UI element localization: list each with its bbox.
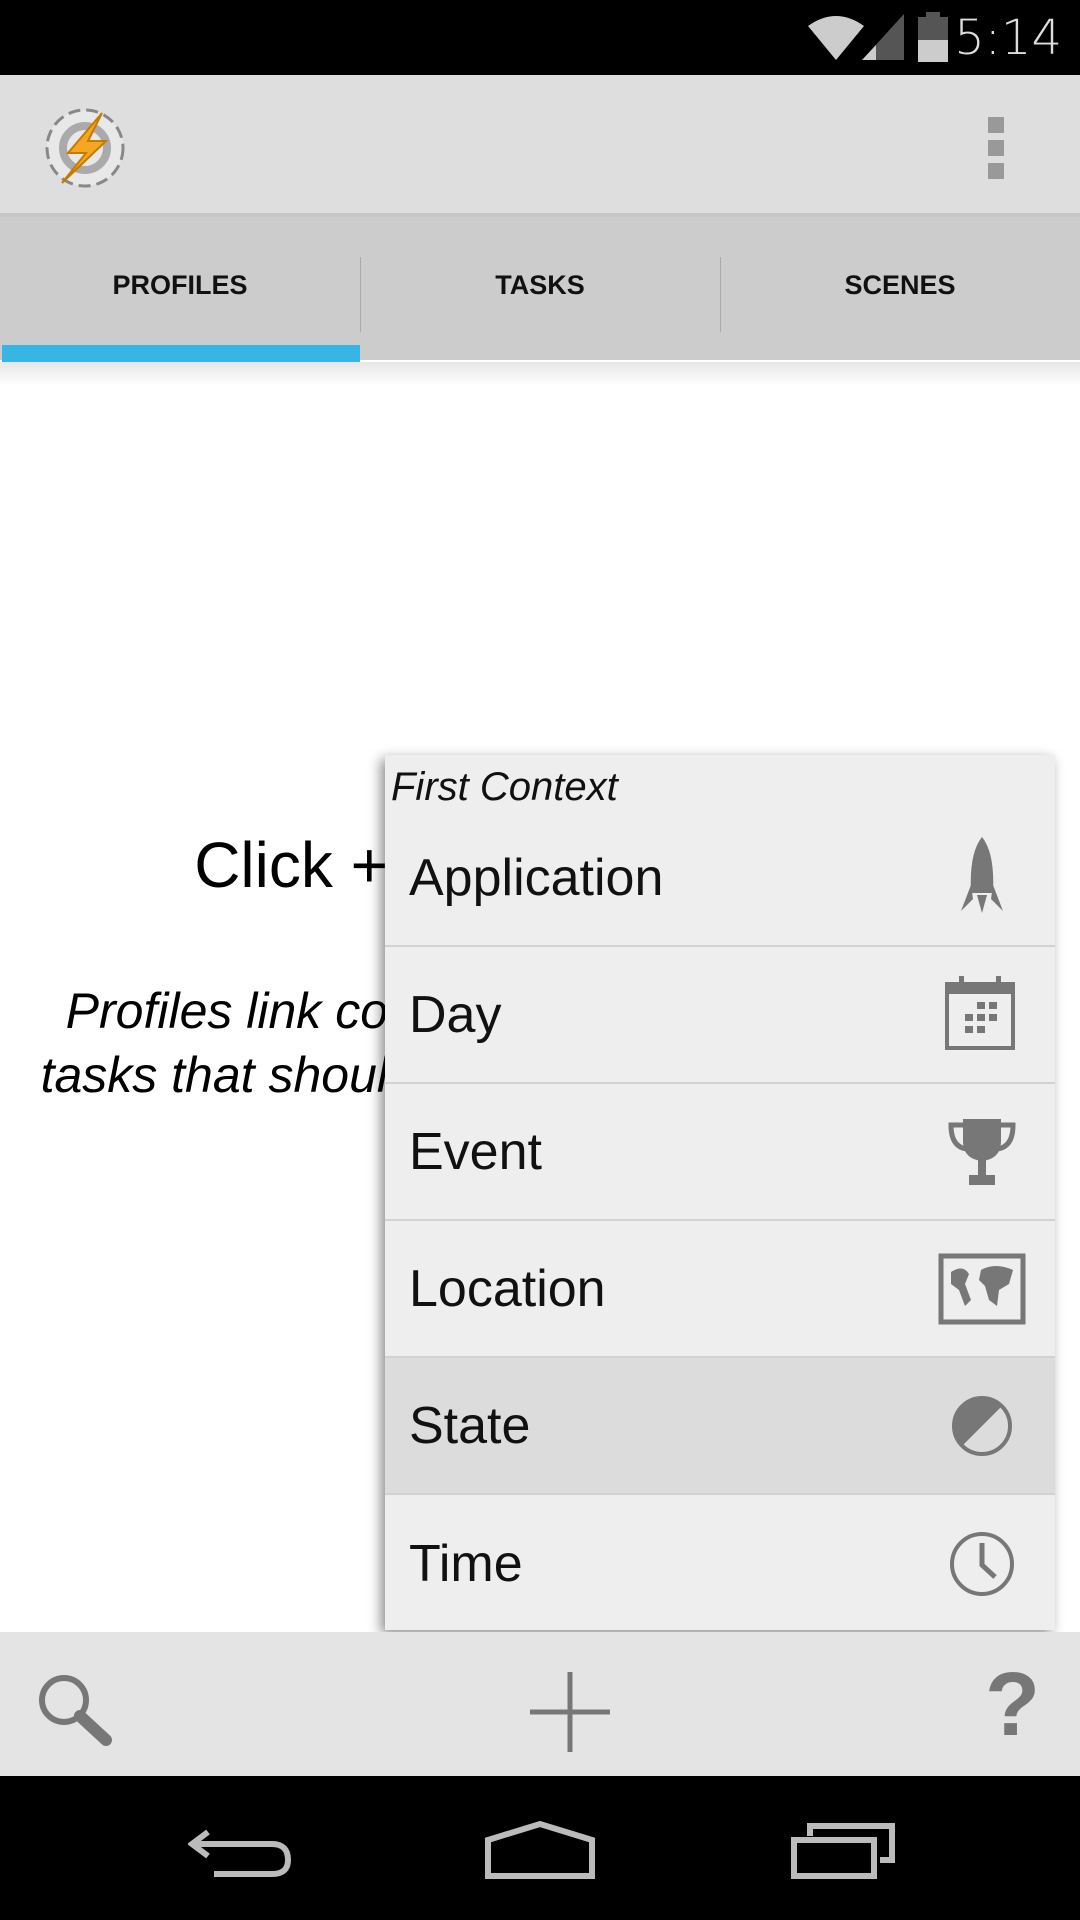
home-icon[interactable] xyxy=(484,1820,596,1880)
clock-icon xyxy=(950,1531,1014,1596)
profiles-description-line: tasks that shoul xyxy=(40,1047,388,1103)
add-icon[interactable] xyxy=(528,1670,612,1754)
menu-item-day[interactable]: Day xyxy=(385,947,1055,1084)
menu-item-label: Application xyxy=(409,848,664,907)
calendar-icon xyxy=(945,975,1015,1050)
tab-profiles[interactable]: PROFILES xyxy=(0,217,360,353)
tasker-logo[interactable] xyxy=(40,103,130,193)
menu-title: First Context xyxy=(391,765,618,809)
signal-icon xyxy=(862,14,904,60)
bottom-toolbar: ? xyxy=(0,1632,1080,1776)
navigation-bar xyxy=(0,1776,1080,1920)
menu-item-label: Location xyxy=(409,1259,606,1318)
menu-item-label: Time xyxy=(409,1534,523,1593)
search-icon[interactable] xyxy=(34,1670,114,1750)
back-icon[interactable] xyxy=(188,1824,292,1878)
menu-item-state[interactable]: State xyxy=(385,1358,1055,1495)
rocket-icon xyxy=(961,836,1003,913)
action-bar xyxy=(0,75,1080,213)
help-icon[interactable]: ? xyxy=(985,1654,1040,1757)
half-circle-icon xyxy=(952,1395,1012,1456)
menu-item-label: State xyxy=(409,1396,531,1455)
tab-scenes[interactable]: SCENES xyxy=(720,217,1080,353)
tab-label: TASKS xyxy=(495,269,585,300)
wifi-icon xyxy=(808,16,864,60)
menu-item-label: Day xyxy=(409,985,502,1044)
overflow-menu-icon[interactable] xyxy=(988,117,1006,179)
tab-tasks[interactable]: TASKS xyxy=(360,217,720,353)
clock: 5:14 xyxy=(954,10,1062,66)
status-bar: 5:14 xyxy=(0,0,1080,75)
add-profile-hint: Click + xyxy=(194,829,388,901)
first-context-menu: First Context Application Day Event Loca… xyxy=(385,755,1055,1630)
menu-item-event[interactable]: Event xyxy=(385,1084,1055,1221)
profiles-description-line: Profiles link co xyxy=(65,983,388,1039)
tab-shadow xyxy=(0,362,1080,386)
menu-item-time[interactable]: Time xyxy=(385,1495,1055,1632)
map-icon xyxy=(938,1253,1026,1324)
tab-label: PROFILES xyxy=(112,269,248,300)
tab-bar: PROFILES TASKS SCENES xyxy=(0,213,1080,360)
tab-label: SCENES xyxy=(844,269,956,300)
battery-icon xyxy=(918,12,948,62)
recents-icon[interactable] xyxy=(790,1820,898,1880)
trophy-icon xyxy=(948,1118,1016,1185)
tab-indicator xyxy=(2,345,360,362)
menu-item-application[interactable]: Application xyxy=(385,810,1055,947)
menu-item-label: Event xyxy=(409,1122,542,1181)
menu-item-location[interactable]: Location xyxy=(385,1221,1055,1358)
